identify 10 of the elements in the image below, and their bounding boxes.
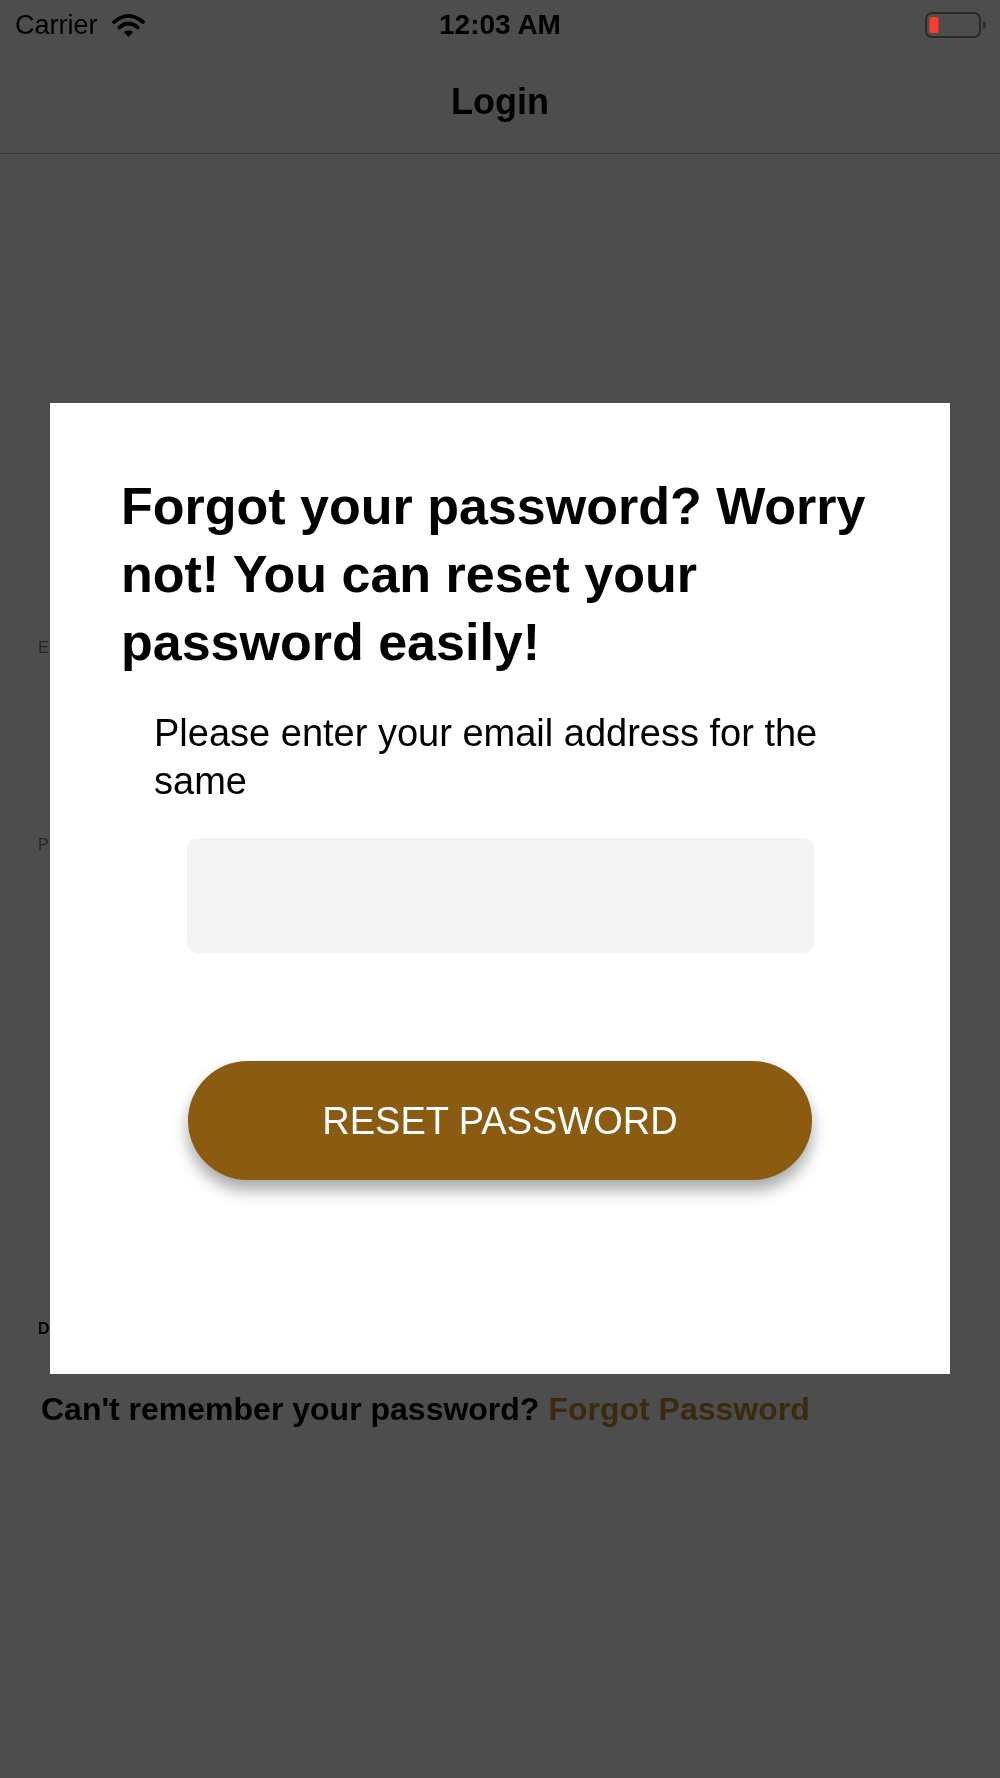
section-heading: D: [38, 1319, 50, 1339]
dialog-message: Please enter your email address for the same: [154, 711, 819, 804]
status-time: 12:03 AM: [439, 9, 561, 41]
carrier-name: Carrier: [15, 9, 98, 41]
password-prompt-text: Can't remember your password?: [41, 1390, 540, 1429]
reset-password-button[interactable]: RESET PASSWORD: [188, 1061, 812, 1180]
wifi-icon: [111, 13, 145, 37]
battery-icon: [925, 12, 987, 38]
nav-title: Login: [451, 79, 549, 124]
dialog-title: Forgot your password? Worry not! You can reset your password easily!: [121, 476, 867, 673]
